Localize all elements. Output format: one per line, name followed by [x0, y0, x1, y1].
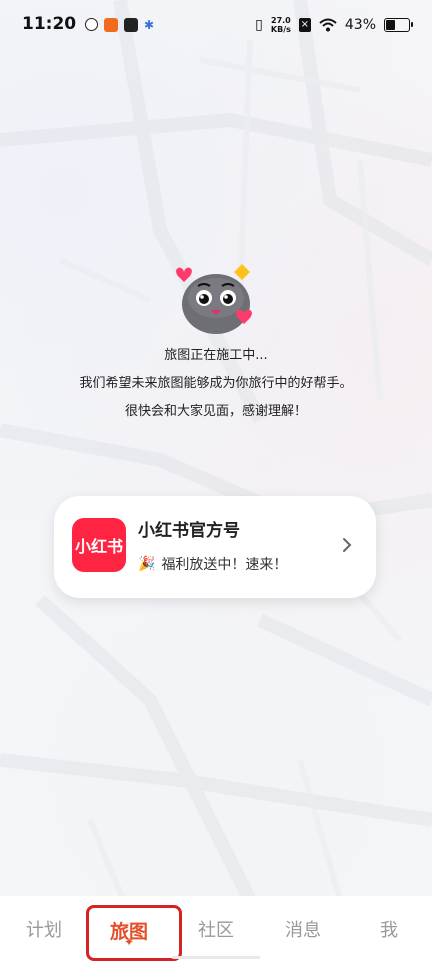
card-title: 小红书官方号 — [138, 521, 240, 541]
tab-plan[interactable]: 计划 — [26, 916, 62, 942]
status-time: 11:20 — [22, 14, 77, 34]
card-subtitle-row: 🎉 福利放送中！速来！ — [138, 554, 287, 574]
mail-icon — [124, 18, 138, 32]
xiaohongshu-logo: 小红书 — [72, 518, 126, 572]
bottom-nav: 计划 旅图 社区 消息 我 — [0, 896, 432, 964]
battery-icon — [384, 18, 413, 32]
battery-percent: 43% — [344, 17, 376, 33]
party-popper-icon: 🎉 — [138, 556, 156, 572]
chevron-right-icon — [343, 538, 352, 552]
wifi-icon — [319, 18, 337, 32]
map-background — [0, 0, 432, 964]
status-bar: 11:20 ✱ ▯ 27.0 KB/s × 43% — [0, 0, 432, 52]
tab-me[interactable]: 我 — [380, 916, 398, 942]
taobao-icon — [104, 18, 118, 32]
bluetooth-icon: ✱ — [144, 18, 155, 32]
vibrate-icon: ▯ — [255, 17, 263, 33]
message-line-1: 旅图正在施工中... — [164, 348, 268, 363]
tab-messages[interactable]: 消息 — [285, 916, 321, 942]
mascot-illustration — [176, 264, 252, 334]
network-speed-value: 27.0 — [271, 16, 291, 25]
no-sim-icon: × — [298, 18, 311, 32]
active-tab-highlight — [86, 905, 182, 961]
home-indicator[interactable] — [172, 956, 260, 959]
message-line-2: 我们希望未来旅图能够成为你旅行中的好帮手。 — [79, 376, 353, 391]
tab-community[interactable]: 社区 — [198, 916, 234, 942]
active-tab-indicator-icon: ✦ — [124, 935, 135, 949]
network-speed-unit: KB/s — [270, 25, 291, 34]
official-account-card[interactable]: 小红书 小红书官方号 🎉 福利放送中！速来！ — [54, 496, 376, 598]
message-line-3: 很快会和大家见面，感谢理解！ — [124, 404, 307, 419]
network-speed: 27.0 KB/s — [271, 16, 291, 34]
card-subtitle: 福利放送中！速来！ — [161, 557, 288, 573]
app-notification-icon — [85, 18, 98, 31]
